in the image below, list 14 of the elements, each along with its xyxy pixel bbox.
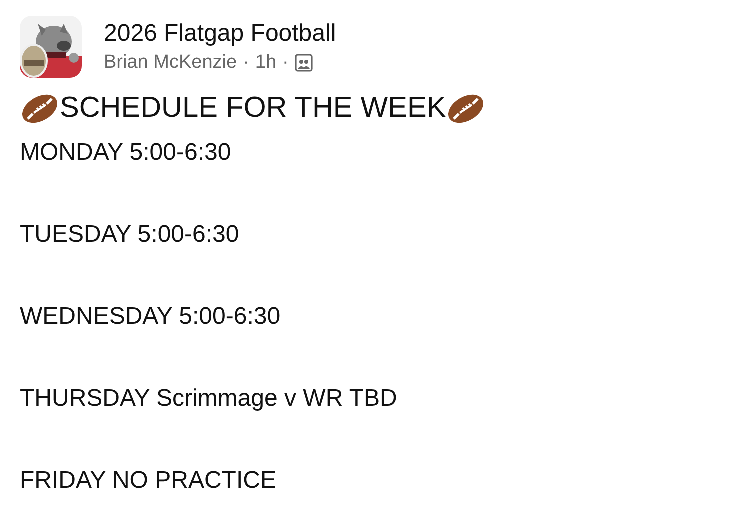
schedule-line: MONDAY 5:00-6:30	[20, 139, 232, 167]
football-icon	[446, 92, 486, 124]
schedule-line: FRIDAY NO PRACTICE	[20, 467, 278, 495]
group-name[interactable]: 2026 Flatgap Football	[104, 20, 336, 48]
separator-dot: ·	[243, 52, 250, 74]
schedule-line: TUESDAY 5:00-6:30	[20, 221, 240, 249]
separator-dot: ·	[282, 52, 289, 74]
post-time[interactable]: 1h	[255, 52, 277, 74]
author-name[interactable]: Brian McKenzie	[104, 52, 238, 74]
group-icon	[294, 54, 313, 72]
football-icon	[20, 92, 60, 124]
post-heading: SCHEDULE FOR THE WEEK	[60, 92, 446, 125]
schedule-line: THURSDAY Scrimmage v WR TBD	[20, 385, 398, 413]
schedule-line: WEDNESDAY 5:00-6:30	[20, 303, 282, 331]
